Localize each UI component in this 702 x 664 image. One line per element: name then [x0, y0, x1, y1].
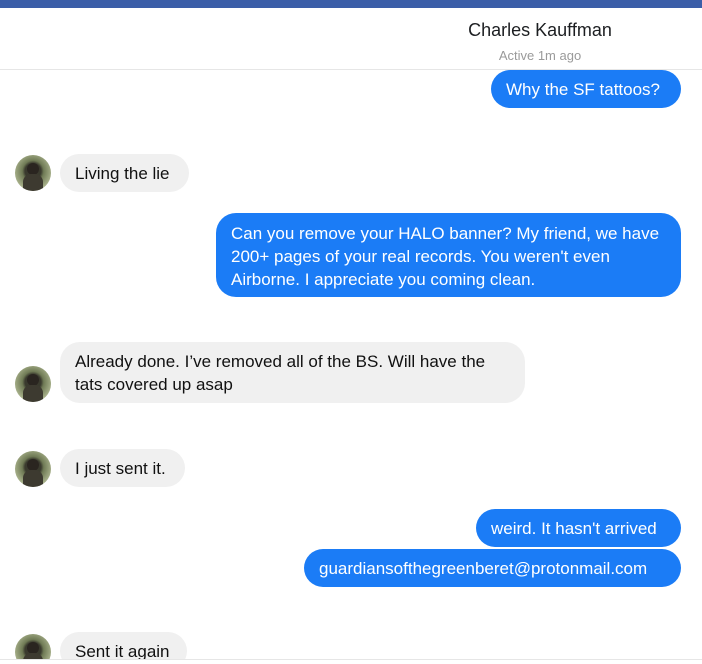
- message-text: Living the lie: [75, 164, 170, 183]
- message-text: Why the SF tattoos?: [506, 80, 661, 99]
- message-bubble-outgoing[interactable]: guardiansofthegreenberet@protonmail.com: [304, 549, 681, 587]
- active-status: Active 1m ago: [498, 48, 582, 63]
- contact-avatar[interactable]: [15, 451, 51, 487]
- message-bubble-incoming[interactable]: I just sent it.: [60, 449, 185, 487]
- top-app-bar: [0, 0, 702, 8]
- contact-avatar[interactable]: [15, 366, 51, 402]
- message-bubble-outgoing[interactable]: Can you remove your HALO banner? My frie…: [216, 213, 681, 297]
- message-bubble-outgoing[interactable]: weird. It hasn't arrived: [476, 509, 681, 547]
- bottom-divider: [0, 659, 702, 664]
- message-bubble-outgoing[interactable]: Why the SF tattoos?: [491, 70, 681, 108]
- message-text: Can you remove your HALO banner? My frie…: [231, 224, 660, 289]
- message-bubble-incoming[interactable]: Already done. I’ve removed all of the BS…: [60, 342, 525, 403]
- message-text: guardiansofthegreenberet@protonmail.com: [319, 559, 648, 578]
- message-text: I just sent it.: [75, 459, 166, 478]
- message-text: Already done. I’ve removed all of the BS…: [75, 352, 486, 394]
- message-text: weird. It hasn't arrived: [491, 519, 657, 538]
- conversation-header: Charles Kauffman Active 1m ago: [0, 8, 702, 70]
- contact-avatar[interactable]: [15, 155, 51, 191]
- message-bubble-incoming[interactable]: Living the lie: [60, 154, 189, 192]
- contact-name[interactable]: Charles Kauffman: [380, 20, 700, 41]
